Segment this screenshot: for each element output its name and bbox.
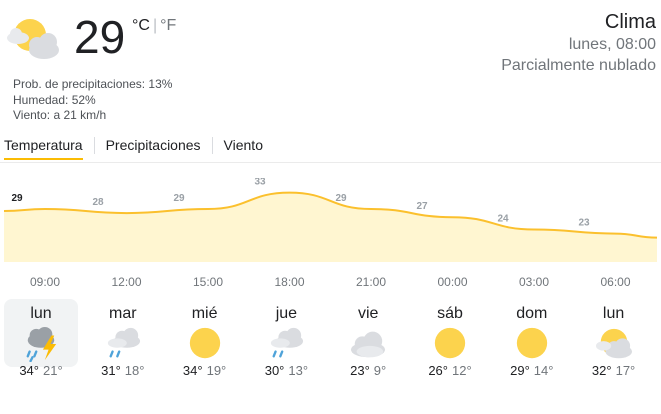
wind-speed: Viento: a 21 km/h bbox=[13, 108, 107, 122]
day-temp-range: 26° 12° bbox=[413, 363, 487, 379]
current-temperature: 29 bbox=[74, 11, 126, 63]
day-low: 17° bbox=[615, 363, 636, 378]
day-high: 30° bbox=[264, 363, 285, 378]
day-name: vie bbox=[357, 305, 379, 322]
day-low: 18° bbox=[124, 363, 145, 378]
day-name: mié bbox=[191, 305, 218, 322]
partly-cloudy-icon bbox=[595, 328, 632, 359]
unit-fahrenheit[interactable]: °F bbox=[160, 17, 176, 34]
day-temp-range: 32° 17° bbox=[577, 363, 651, 379]
hour-labels: 09:00 12:00 15:00 18:00 21:00 00:00 03:00 06:00 bbox=[0, 275, 661, 291]
day-temp-range: 34° 21° bbox=[4, 363, 78, 379]
day-low: 14° bbox=[533, 363, 554, 378]
day-high: 32° bbox=[591, 363, 612, 378]
tab-bar: Temperatura Precipitaciones Viento bbox=[4, 136, 263, 160]
hour-label: 06:00 bbox=[600, 275, 631, 289]
day-temp-range: 31° 18° bbox=[86, 363, 160, 379]
hour-label: 03:00 bbox=[518, 275, 550, 289]
day-temp-range: 23° 9° bbox=[331, 363, 405, 379]
temperature-chart: 29 28 29 33 29 27 24 23 bbox=[3, 178, 658, 262]
humidity: Humedad: 52% bbox=[13, 92, 96, 107]
day-low: 9° bbox=[373, 363, 387, 378]
unit-celsius[interactable]: °C bbox=[132, 17, 150, 34]
day-name: dom bbox=[516, 305, 548, 322]
sunny-icon bbox=[434, 327, 466, 359]
day-card[interactable]: lun 34° 21° bbox=[4, 299, 78, 378]
tab-divider bbox=[93, 137, 95, 154]
temperature-value-label: 28 bbox=[92, 197, 104, 208]
day-name: lun bbox=[602, 305, 625, 322]
day-high: 34° bbox=[182, 363, 203, 378]
temperature-value-label: 23 bbox=[578, 218, 590, 229]
partly-cloudy-icon bbox=[7, 19, 59, 59]
showers-icon bbox=[107, 327, 140, 358]
hour-label: 12:00 bbox=[111, 275, 142, 289]
day-high: 31° bbox=[101, 363, 121, 378]
day-card[interactable]: dom 29° 14° bbox=[495, 299, 569, 378]
thunderstorm-icon bbox=[26, 326, 57, 362]
day-high: 34° bbox=[19, 363, 39, 378]
showers-icon bbox=[271, 327, 304, 358]
hour-label: 15:00 bbox=[192, 275, 224, 289]
temperature-value-label: 29 bbox=[335, 193, 347, 204]
daily-forecast: lun 34° 21° mar 31° 18° mié 34° 19° jue 30° 13° vie 2… bbox=[4, 299, 661, 378]
tab-wind[interactable]: Viento bbox=[224, 136, 263, 160]
day-temp-range: 30° 13° bbox=[249, 363, 323, 379]
day-card[interactable]: lun 32° 17° bbox=[577, 299, 651, 378]
temperature-value-label: 29 bbox=[173, 193, 185, 204]
precipitation-probability: Prob. de precipitaciones: 13% bbox=[13, 77, 173, 91]
hour-label: 09:00 bbox=[29, 275, 61, 289]
sunny-icon bbox=[189, 327, 220, 359]
day-card[interactable]: mié 34° 19° bbox=[168, 299, 242, 378]
condition: Parcialmente nublado bbox=[501, 57, 656, 74]
day-low: 19° bbox=[206, 363, 227, 378]
day-temp-range: 29° 14° bbox=[495, 363, 569, 379]
day-card[interactable]: vie 23° 9° bbox=[331, 299, 405, 378]
cloudy-icon bbox=[351, 331, 386, 358]
day-high: 29° bbox=[510, 363, 530, 378]
temperature-value-label: 27 bbox=[416, 201, 428, 212]
unit-divider: | bbox=[152, 17, 158, 34]
day-low: 13° bbox=[288, 363, 309, 378]
day-card[interactable]: jue 30° 13° bbox=[249, 299, 323, 378]
temperature-value-label: 24 bbox=[497, 214, 509, 225]
hour-label: 21:00 bbox=[355, 275, 387, 289]
day-high: 26° bbox=[428, 363, 448, 378]
unit-toggle: °C | °F bbox=[132, 17, 176, 35]
weather-header: Clima lunes, 08:00 Parcialmente nublado bbox=[501, 10, 656, 76]
widget-title: Clima bbox=[604, 11, 656, 33]
day-high: 23° bbox=[350, 363, 370, 378]
tab-divider-line bbox=[0, 162, 661, 163]
day-low: 21° bbox=[43, 363, 63, 378]
datetime: lunes, 08:00 bbox=[568, 36, 656, 53]
day-low: 12° bbox=[452, 363, 472, 378]
day-name: mar bbox=[109, 305, 137, 322]
day-name: jue bbox=[275, 305, 298, 322]
tab-precipitation[interactable]: Precipitaciones bbox=[106, 136, 201, 160]
temperature-value-label: 29 bbox=[11, 193, 23, 204]
day-temp-range: 34° 19° bbox=[168, 363, 242, 379]
day-card[interactable]: mar 31° 18° bbox=[86, 299, 160, 378]
tab-divider bbox=[211, 137, 213, 154]
hour-label: 18:00 bbox=[274, 275, 305, 289]
day-name: lun bbox=[30, 305, 52, 322]
tab-temperature[interactable]: Temperatura bbox=[4, 136, 83, 160]
hour-label: 00:00 bbox=[437, 275, 468, 289]
temperature-value-label: 33 bbox=[254, 178, 266, 188]
day-name: sáb bbox=[437, 305, 463, 322]
weather-details: Prob. de precipitaciones: 13% Humedad: 5… bbox=[13, 77, 172, 124]
day-card[interactable]: sáb 26° 12° bbox=[413, 299, 487, 378]
sunny-icon bbox=[516, 327, 547, 359]
